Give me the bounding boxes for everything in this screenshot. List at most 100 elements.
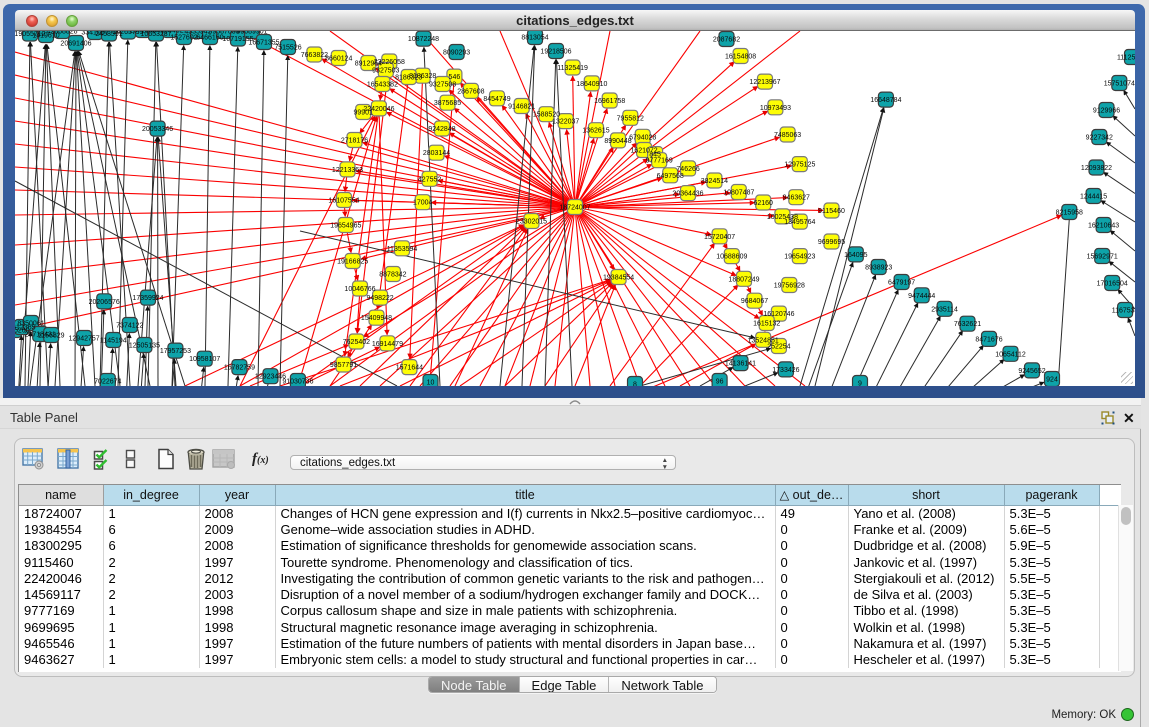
svg-text:39587039: 39587039 xyxy=(208,31,239,36)
svg-text:427552: 427552 xyxy=(418,176,441,183)
svg-text:2718176: 2718176 xyxy=(341,138,368,145)
svg-text:20206576: 20206576 xyxy=(89,299,120,306)
svg-text:3875685: 3875685 xyxy=(434,100,461,107)
svg-text:11325419: 11325419 xyxy=(557,65,588,72)
svg-text:8471676: 8471676 xyxy=(975,336,1002,343)
svg-text:10688609: 10688609 xyxy=(716,254,747,261)
svg-text:9777169: 9777169 xyxy=(646,158,673,165)
svg-text:7625402: 7625402 xyxy=(343,339,370,346)
svg-text:9146821: 9146821 xyxy=(508,104,535,111)
svg-text:89089901: 89089901 xyxy=(236,31,267,36)
svg-text:9129966: 9129966 xyxy=(1093,108,1120,115)
svg-text:9115460: 9115460 xyxy=(818,208,845,215)
svg-text:13495764: 13495764 xyxy=(784,219,815,226)
svg-text:9857791: 9857791 xyxy=(330,362,357,369)
svg-text:16120746: 16120746 xyxy=(763,311,794,318)
svg-text:1615132: 1615132 xyxy=(753,321,780,328)
svg-text:19654965: 19654965 xyxy=(330,223,361,230)
svg-text:8938923: 8938923 xyxy=(865,265,892,272)
svg-text:7485063: 7485063 xyxy=(774,132,801,139)
svg-text:99901: 99901 xyxy=(353,110,373,117)
svg-text:9: 9 xyxy=(858,381,862,387)
svg-text:11353594: 11353594 xyxy=(387,246,418,253)
svg-text:16961758: 16961758 xyxy=(594,98,625,105)
svg-text:10958107: 10958107 xyxy=(189,356,220,363)
svg-text:12975125: 12975125 xyxy=(784,162,815,169)
svg-text:6497568: 6497568 xyxy=(657,173,684,180)
svg-text:10973493: 10973493 xyxy=(760,105,791,112)
svg-text:9474444: 9474444 xyxy=(908,293,935,300)
svg-text:18807249: 18807249 xyxy=(728,276,759,283)
svg-text:16782759: 16782759 xyxy=(224,365,255,372)
svg-text:10654112: 10654112 xyxy=(995,351,1026,358)
svg-text:8454749: 8454749 xyxy=(483,96,510,103)
svg-text:9684067: 9684067 xyxy=(741,298,768,305)
svg-text:10807487: 10807487 xyxy=(723,190,754,197)
svg-text:17957253: 17957253 xyxy=(160,348,191,355)
svg-text:1244415: 1244415 xyxy=(1080,194,1107,201)
svg-text:10046766: 10046766 xyxy=(344,286,375,293)
svg-text:20691406: 20691406 xyxy=(60,41,91,48)
svg-text:1322037: 1322037 xyxy=(552,119,579,126)
svg-text:9242848: 9242848 xyxy=(428,126,455,133)
svg-text:2935114: 2935114 xyxy=(931,306,958,313)
svg-text:9463627: 9463627 xyxy=(783,195,810,202)
svg-text:18724007: 18724007 xyxy=(559,205,590,212)
svg-text:924: 924 xyxy=(1046,377,1058,384)
svg-text:7632621: 7632621 xyxy=(954,321,981,328)
svg-text:15692971: 15692971 xyxy=(1087,254,1118,261)
svg-text:9227342: 9227342 xyxy=(1086,135,1113,142)
svg-text:19756928: 19756928 xyxy=(774,283,805,290)
svg-text:19384554: 19384554 xyxy=(603,275,634,282)
svg-text:7663822: 7663822 xyxy=(301,52,328,59)
svg-text:15751074: 15751074 xyxy=(1104,81,1135,88)
svg-text:2867608: 2867608 xyxy=(457,88,484,95)
svg-text:17004: 17004 xyxy=(413,200,433,207)
svg-text:746266: 746266 xyxy=(676,166,699,173)
svg-text:15409948: 15409948 xyxy=(361,315,392,322)
svg-text:9699695: 9699695 xyxy=(818,239,845,246)
svg-text:1156829: 1156829 xyxy=(38,333,65,340)
svg-text:91030736: 91030736 xyxy=(282,379,313,386)
svg-text:7515526: 7515526 xyxy=(274,45,301,52)
svg-text:8813054: 8813054 xyxy=(521,35,548,42)
svg-text:7374122: 7374122 xyxy=(116,323,143,330)
svg-text:9327508: 9327508 xyxy=(429,82,456,89)
svg-text:16648784: 16648784 xyxy=(870,97,901,104)
svg-text:42868828: 42868828 xyxy=(46,31,77,36)
svg-text:12093822: 12093822 xyxy=(1081,165,1112,172)
svg-text:546: 546 xyxy=(449,74,461,81)
svg-text:3824514: 3824514 xyxy=(701,178,728,185)
svg-text:8: 8 xyxy=(633,382,637,387)
svg-text:16107554: 16107554 xyxy=(328,198,359,205)
svg-text:1145194: 1145194 xyxy=(100,338,127,345)
svg-text:23226058: 23226058 xyxy=(374,59,405,66)
svg-text:17016504: 17016504 xyxy=(1097,281,1128,288)
svg-text:20364436: 20364436 xyxy=(672,191,703,198)
svg-text:1527602: 1527602 xyxy=(170,35,197,42)
svg-text:9327503: 9327503 xyxy=(372,68,399,75)
svg-text:8660124: 8660124 xyxy=(325,56,352,63)
svg-text:252254: 252254 xyxy=(767,344,790,351)
svg-text:1571644: 1571644 xyxy=(396,365,423,372)
svg-text:8215958: 8215958 xyxy=(1056,210,1083,217)
svg-text:19166825: 19166825 xyxy=(337,259,368,266)
svg-text:96: 96 xyxy=(716,379,724,386)
svg-text:1733426: 1733426 xyxy=(772,367,799,374)
svg-text:16154808: 16154808 xyxy=(725,54,756,61)
svg-text:12213363: 12213363 xyxy=(332,167,363,174)
svg-text:10872248: 10872248 xyxy=(408,36,439,43)
svg-text:18640910: 18640910 xyxy=(576,81,607,88)
svg-text:6479197: 6479197 xyxy=(888,280,915,287)
svg-text:20053346: 20053346 xyxy=(142,126,173,133)
svg-text:8990448: 8990448 xyxy=(604,138,631,145)
svg-text:12213967: 12213967 xyxy=(749,79,780,86)
svg-text:12942757: 12942757 xyxy=(69,336,100,343)
svg-text:7022674: 7022674 xyxy=(94,379,121,386)
svg-text:1167534: 1167534 xyxy=(1112,308,1135,315)
svg-text:6466160: 6466160 xyxy=(196,35,223,42)
svg-text:12505135: 12505135 xyxy=(129,343,160,350)
svg-text:15720407: 15720407 xyxy=(704,234,735,241)
svg-text:2087682: 2087682 xyxy=(713,37,740,44)
svg-text:6794028: 6794028 xyxy=(629,134,656,141)
